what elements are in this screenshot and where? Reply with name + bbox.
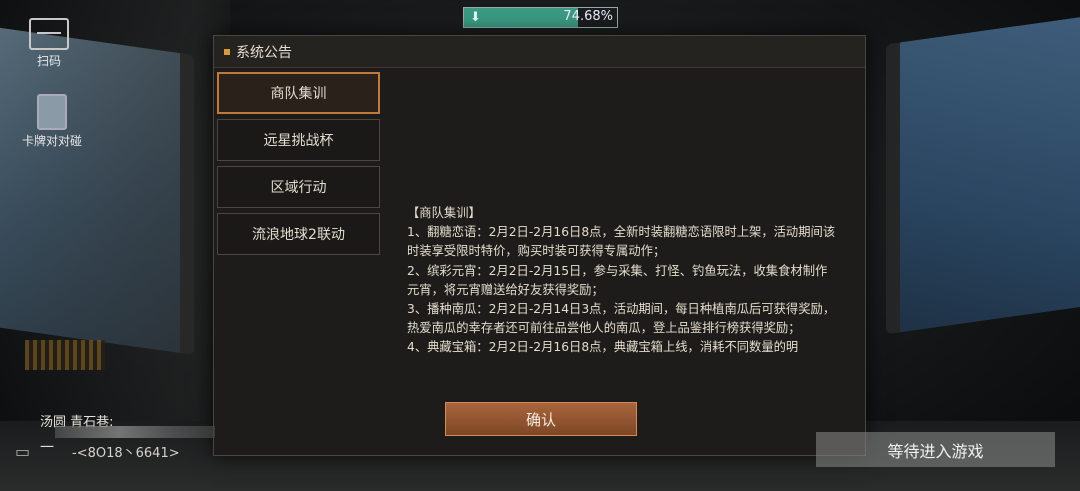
waiting-enter-game-button[interactable]: 等待进入游戏 bbox=[816, 432, 1055, 467]
chat-blurred-text bbox=[55, 426, 215, 438]
announcement-dialog: 系统公告 商队集训 远星挑战杯 区域行动 流浪地球2联动 【商队集训】 1、翻糖… bbox=[213, 35, 866, 456]
scan-icon bbox=[29, 18, 69, 50]
announcement-tabs: 商队集训 远星挑战杯 区域行动 流浪地球2联动 bbox=[217, 72, 380, 260]
download-progress-bar: ⬇ 74.68% bbox=[463, 7, 618, 28]
chat-dash: 一 bbox=[40, 440, 54, 456]
tab-0[interactable]: 商队集训 bbox=[217, 72, 380, 114]
tab-3[interactable]: 流浪地球2联动 bbox=[217, 213, 380, 255]
content-line: 2、缤彩元宵：2月2日-2月15日，参与采集、打怪、钓鱼玩法，收集食材制作元宵，… bbox=[407, 263, 828, 297]
progress-fill bbox=[464, 8, 579, 27]
tab-label: 区域行动 bbox=[270, 180, 327, 196]
scan-label: 扫码 bbox=[36, 54, 61, 68]
content-line: 1、翻糖恋语：2月2日-2月16日8点，全新时装翻糖恋语限时上架，活动期间该时装… bbox=[407, 225, 836, 259]
title-marker-icon bbox=[224, 48, 230, 55]
tab-1[interactable]: 远星挑战杯 bbox=[217, 119, 380, 161]
tab-label: 远星挑战杯 bbox=[263, 133, 334, 149]
left-frame bbox=[0, 0, 230, 491]
cards-icon bbox=[37, 94, 67, 130]
dialog-title: 系统公告 bbox=[236, 44, 292, 61]
tab-label: 流浪地球2联动 bbox=[252, 227, 345, 243]
announcement-content[interactable]: 【商队集训】 1、翻糖恋语：2月2日-2月16日8点，全新时装翻糖恋语限时上架，… bbox=[407, 204, 839, 370]
chat-message: -<8O18丶6641> bbox=[72, 446, 180, 461]
progress-percent: 74.68% bbox=[563, 9, 613, 24]
panel-lights bbox=[25, 340, 105, 370]
download-icon: ⬇ bbox=[470, 10, 481, 25]
card-match-button[interactable]: 卡牌对对碰 bbox=[16, 94, 88, 149]
scan-button[interactable]: 扫码 bbox=[24, 18, 74, 69]
chat-bubble-icon[interactable]: ▭ bbox=[15, 444, 37, 460]
content-line: 4、典藏宝箱：2月2日-2月16日8点，典藏宝箱上线，消耗不同数量的明 bbox=[407, 340, 799, 355]
content-heading: 【商队集训】 bbox=[407, 206, 481, 220]
confirm-button[interactable]: 确认 bbox=[445, 402, 637, 436]
right-window bbox=[886, 15, 1080, 335]
tab-2[interactable]: 区域行动 bbox=[217, 166, 380, 208]
card-match-label: 卡牌对对碰 bbox=[21, 134, 82, 148]
dialog-header: 系统公告 bbox=[214, 36, 865, 68]
tab-label: 商队集训 bbox=[270, 86, 327, 102]
content-line: 3、播种南瓜：2月2日-2月14日3点，活动期间，每日种植南瓜后可获得奖励，热爱… bbox=[407, 302, 836, 336]
